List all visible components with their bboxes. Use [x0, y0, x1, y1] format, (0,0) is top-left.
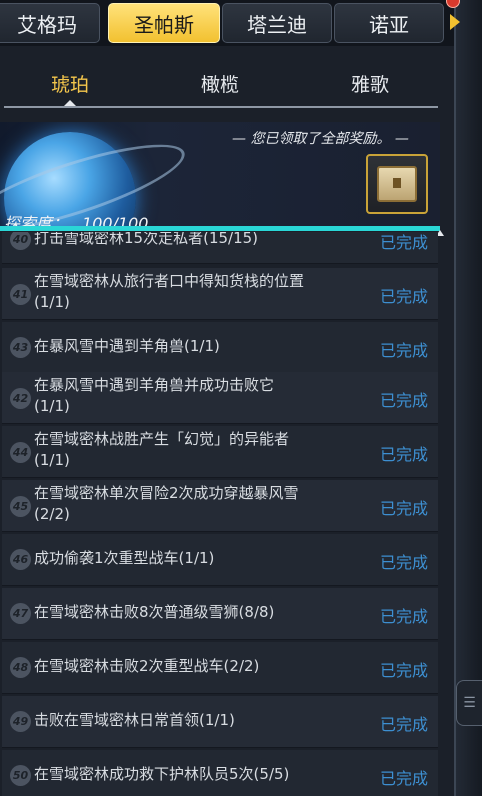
task-row[interactable]: 45 在雪域密林单次冒险2次成功穿越暴风雪 (2/2) 已完成 — [2, 480, 438, 532]
task-description-line: 在雪域密林击败2次重型战车(2/2) — [34, 657, 260, 675]
task-description: 在雪域密林从旅行者口中得知货栈的位置 (1/1) — [34, 271, 364, 313]
task-row[interactable]: 47 在雪域密林击败8次普通级雪狮(8/8) 已完成 — [2, 588, 438, 640]
exploration-progress-bar — [0, 226, 440, 231]
region-tab-bar: 琥珀 橄榄 雅歌 — [0, 60, 440, 108]
task-description: 成功偷袭1次重型战车(1/1) — [34, 548, 364, 569]
task-description: 击败在雪域密林日常首领(1/1) — [34, 710, 364, 731]
task-row[interactable]: 46 成功偷袭1次重型战车(1/1) 已完成 — [2, 534, 438, 586]
task-status-completed: 已完成 — [379, 715, 428, 734]
task-description: 在雪域密林击败8次普通级雪狮(8/8) — [34, 602, 364, 623]
task-description: 在雪域密林单次冒险2次成功穿越暴风雪 (2/2) — [34, 483, 364, 525]
menu-icon: ☰ — [463, 695, 476, 711]
task-status-completed: 已完成 — [379, 287, 428, 306]
task-description-line: 成功偷袭1次重型战车(1/1) — [34, 549, 215, 567]
task-progress-count: (1/1) — [34, 397, 70, 415]
task-status-completed: 已完成 — [379, 769, 428, 788]
planet-tab-bar: 艾格玛 圣帕斯 塔兰迪 诺亚 — [0, 0, 482, 46]
region-tab-yage[interactable]: 雅歌 — [310, 70, 430, 97]
task-number-badge: 48 — [10, 657, 31, 678]
task-number-badge: 45 — [10, 496, 31, 517]
exploration-banner: — 您已领取了全部奖励。 — 探索度： 100/100 — [0, 122, 440, 230]
task-status-completed: 已完成 — [379, 391, 428, 410]
side-panel-strip — [454, 0, 482, 796]
reward-claimed-note: — 您已领取了全部奖励。 — — [232, 131, 409, 147]
region-tab-amber[interactable]: 琥珀 — [10, 70, 130, 97]
task-description-line: 在雪域密林单次冒险2次成功穿越暴风雪 — [34, 484, 299, 502]
planet-tab-label: 诺亚 — [369, 12, 409, 37]
task-number-badge: 41 — [10, 284, 31, 305]
task-row[interactable]: 49 击败在雪域密林日常首领(1/1) 已完成 — [2, 696, 438, 748]
task-row[interactable]: 48 在雪域密林击败2次重型战车(2/2) 已完成 — [2, 642, 438, 694]
task-status-completed: 已完成 — [379, 661, 428, 680]
planet-tab-shengpasi[interactable]: 圣帕斯 — [108, 3, 220, 43]
task-row[interactable]: 43 在暴风雪中遇到羊角兽(1/1) 已完成 — [2, 322, 438, 374]
task-status-completed: 已完成 — [379, 233, 428, 252]
task-number-badge: 42 — [10, 388, 31, 409]
planet-tab-label: 塔兰迪 — [247, 12, 307, 37]
task-number-badge: 46 — [10, 549, 31, 570]
planet-tab-nuoya[interactable]: 诺亚 — [334, 3, 444, 43]
task-description-line: 击败在雪域密林日常首领(1/1) — [34, 711, 235, 729]
task-progress-count: (2/2) — [34, 505, 70, 523]
task-list[interactable]: 40 打击雪域密林15次走私者(15/15) 已完成 41 在雪域密林从旅行者口中得知货… — [0, 232, 444, 796]
exploration-progress-fill — [0, 226, 440, 231]
task-number-badge: 47 — [10, 603, 31, 624]
task-description-line: 在暴风雪中遇到羊角兽并成功击败它 — [34, 376, 275, 394]
task-status-completed: 已完成 — [379, 499, 428, 518]
planet-tab-label: 圣帕斯 — [134, 12, 194, 37]
region-tab-olive[interactable]: 橄榄 — [160, 70, 280, 97]
task-number-badge: 44 — [10, 442, 31, 463]
task-description-line: 打击雪域密林15次走私者(15/15) — [34, 232, 259, 247]
task-number-badge: 49 — [10, 711, 31, 732]
task-description: 在雪域密林战胜产生「幻觉」的异能者 (1/1) — [34, 429, 364, 471]
planet-tab-label: 艾格玛 — [17, 12, 77, 37]
task-description-line: 在雪域密林战胜产生「幻觉」的异能者 — [34, 430, 290, 448]
planet-tab-aigema[interactable]: 艾格玛 — [0, 3, 100, 43]
task-description: 在暴风雪中遇到羊角兽(1/1) — [34, 336, 364, 357]
task-status-completed: 已完成 — [379, 445, 428, 464]
task-description: 打击雪域密林15次走私者(15/15) — [34, 232, 364, 249]
task-row[interactable]: 50 在雪域密林成功救下护林队员5次(5/5) 已完成 — [2, 750, 438, 796]
next-planet-arrow-icon[interactable] — [450, 14, 460, 30]
task-description-line: 在雪域密林击败8次普通级雪狮(8/8) — [34, 603, 275, 621]
task-description-line: 在暴风雪中遇到羊角兽(1/1) — [34, 337, 220, 355]
side-menu-handle[interactable]: ☰ — [456, 680, 482, 726]
task-status-completed: 已完成 — [379, 341, 428, 360]
task-progress-count: (1/1) — [34, 293, 70, 311]
task-description: 在暴风雪中遇到羊角兽并成功击败它 (1/1) — [34, 375, 364, 417]
task-description: 在雪域密林击败2次重型战车(2/2) — [34, 656, 364, 677]
task-description-line: 在雪域密林成功救下护林队员5次(5/5) — [34, 765, 290, 783]
task-status-completed: 已完成 — [379, 553, 428, 572]
task-row[interactable]: 44 在雪域密林战胜产生「幻觉」的异能者 (1/1) 已完成 — [2, 426, 438, 478]
task-row[interactable]: 40 打击雪域密林15次走私者(15/15) 已完成 — [2, 232, 438, 264]
task-number-badge: 40 — [10, 232, 31, 250]
task-row[interactable]: 42 在暴风雪中遇到羊角兽并成功击败它 (1/1) 已完成 — [2, 372, 438, 424]
task-number-badge: 43 — [10, 337, 31, 358]
task-progress-count: (1/1) — [34, 451, 70, 469]
task-description-line: 在雪域密林从旅行者口中得知货栈的位置 — [34, 272, 305, 290]
tab-divider — [4, 106, 438, 108]
chest-icon — [377, 166, 417, 202]
task-status-completed: 已完成 — [379, 607, 428, 626]
reward-chest-button[interactable] — [366, 154, 428, 214]
task-number-badge: 50 — [10, 765, 31, 786]
planet-tab-talandi[interactable]: 塔兰迪 — [222, 3, 332, 43]
task-description: 在雪域密林成功救下护林队员5次(5/5) — [34, 764, 364, 785]
task-row[interactable]: 41 在雪域密林从旅行者口中得知货栈的位置 (1/1) 已完成 — [2, 268, 438, 320]
